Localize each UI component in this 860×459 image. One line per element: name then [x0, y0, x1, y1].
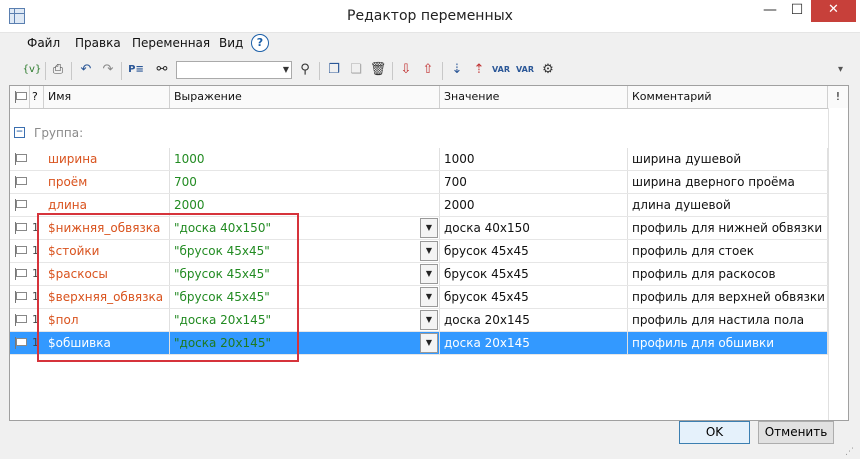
expression-dropdown-icon[interactable]: ▼ [420, 310, 438, 330]
cell-comment[interactable]: профиль для настила пола [628, 309, 828, 331]
toolbar-separator [392, 62, 393, 80]
header-name[interactable]: Имя [44, 86, 170, 108]
properties-icon[interactable]: P≡ [126, 60, 146, 80]
print-icon[interactable]: ⎙ [48, 60, 68, 80]
header-comment[interactable]: Комментарий [628, 86, 828, 108]
flag-icon[interactable] [14, 245, 27, 257]
export-icon[interactable]: ⇧ [418, 60, 438, 80]
import-icon[interactable]: ⇩ [396, 60, 416, 80]
toolbar-separator [45, 62, 46, 80]
header-flag-cell[interactable] [10, 86, 30, 108]
menu-bar: Файл Правка Переменная Вид ? [0, 32, 860, 56]
toolbar-overflow-icon[interactable]: ▾ [838, 64, 843, 75]
expression-dropdown-icon[interactable]: ▼ [420, 241, 438, 261]
table-row[interactable]: проём 700 700 ширина дверного проёма [10, 171, 848, 194]
cell-value: 2000 [440, 194, 628, 216]
delete-icon[interactable]: 🗑 [368, 60, 388, 80]
insert-var-icon[interactable]: VAR [491, 60, 511, 80]
collapse-icon[interactable]: − [14, 127, 25, 138]
search-dropdown-icon[interactable]: ▼ [280, 62, 292, 78]
menu-edit[interactable]: Правка [75, 36, 121, 50]
cell-comment[interactable]: профиль для нижней обвязки [628, 217, 828, 239]
resize-grip-icon[interactable]: ⋰ [845, 447, 855, 457]
undo-icon[interactable]: ↶ [76, 60, 96, 80]
expression-dropdown-icon[interactable]: ▼ [420, 333, 438, 353]
toolbar-separator [71, 62, 72, 80]
flag-icon[interactable] [14, 337, 27, 349]
warning-icon: ! [835, 90, 841, 103]
expression-dropdown-icon[interactable]: ▼ [420, 264, 438, 284]
flag-icon[interactable] [14, 268, 27, 280]
group-row: − Группа: [10, 122, 848, 146]
expression-dropdown-icon[interactable]: ▼ [420, 218, 438, 238]
cell-comment[interactable]: профиль для стоек [628, 240, 828, 262]
window-title: Редактор переменных [347, 8, 513, 24]
table-row[interactable]: ширина 1000 1000 ширина душевой [10, 148, 848, 171]
cell-value: доска 20х145 [440, 332, 628, 354]
toolbar-separator [319, 62, 320, 80]
header-check[interactable]: ? [30, 86, 44, 108]
flag-icon[interactable] [14, 199, 27, 211]
cell-expression[interactable]: 1000 [170, 148, 440, 170]
cell-value: доска 20х145 [440, 309, 628, 331]
header-expression[interactable]: Выражение [170, 86, 440, 108]
settings-icon[interactable]: ⚙ [538, 60, 558, 80]
cell-expression[interactable]: 700 [170, 171, 440, 193]
redo-icon[interactable]: ↷ [98, 60, 118, 80]
flag-icon[interactable] [14, 176, 27, 188]
flag-icon [14, 91, 27, 103]
flag-icon[interactable] [14, 222, 27, 234]
search-go-icon[interactable]: ⚲ [295, 60, 315, 80]
cell-value: 1000 [440, 148, 628, 170]
close-button[interactable]: ✕ [811, 0, 856, 22]
grid-empty-column [828, 108, 848, 420]
cell-value: брусок 45х45 [440, 240, 628, 262]
toolbar: {v} ⎙ ↶ ↷ P≡ ⚯ ⚲ ❐ ❏ 🗑 ⇩ ⇧ ⇣ ⇡ VAR VAR ⚙ [8, 58, 848, 84]
cell-comment[interactable]: ширина душевой [628, 148, 828, 170]
cell-comment[interactable]: профиль для верхней обвязки [628, 286, 828, 308]
cell-comment[interactable]: ширина дверного проёма [628, 171, 828, 193]
flag-icon[interactable] [14, 291, 27, 303]
cell-comment[interactable]: профиль для раскосов [628, 263, 828, 285]
toolbar-separator [442, 62, 443, 80]
cell-value: брусок 45х45 [440, 286, 628, 308]
add-variable-icon[interactable]: {v} [22, 60, 42, 80]
copy-icon[interactable]: ❐ [324, 60, 344, 80]
cell-value: брусок 45х45 [440, 263, 628, 285]
paste-icon[interactable]: ❏ [346, 60, 366, 80]
flag-icon[interactable] [14, 314, 27, 326]
title-bar: Редактор переменных — ☐ ✕ [0, 0, 860, 33]
cell-value: 700 [440, 171, 628, 193]
cell-comment[interactable]: длина душевой [628, 194, 828, 216]
menu-file[interactable]: Файл [27, 36, 60, 50]
insert-var-alt-icon[interactable]: VAR [515, 60, 535, 80]
ok-button[interactable]: OK [679, 421, 750, 444]
cell-value: доска 40х150 [440, 217, 628, 239]
expression-dropdown-icon[interactable]: ▼ [420, 287, 438, 307]
group-label: Группа: [34, 126, 84, 140]
menu-view[interactable]: Вид [219, 36, 243, 50]
highlight-box [37, 213, 299, 362]
find-icon[interactable]: ⚯ [152, 60, 172, 80]
cell-name[interactable]: ширина [44, 148, 170, 170]
search-input[interactable] [176, 61, 292, 79]
maximize-button[interactable]: ☐ [783, 0, 811, 22]
cell-comment[interactable]: профиль для обшивки [628, 332, 828, 354]
cancel-button[interactable]: Отменить [758, 421, 834, 444]
minimize-button[interactable]: — [757, 0, 783, 22]
help-icon[interactable]: ? [251, 34, 269, 52]
menu-variable[interactable]: Переменная [132, 36, 210, 50]
header-value[interactable]: Значение [440, 86, 628, 108]
cell-name[interactable]: проём [44, 171, 170, 193]
sort-desc-icon[interactable]: ⇡ [469, 60, 489, 80]
flag-icon[interactable] [14, 153, 27, 165]
sort-icon[interactable]: ⇣ [447, 60, 467, 80]
toolbar-separator [121, 62, 122, 80]
table-header: ? Имя Выражение Значение Комментарий ! [10, 86, 848, 109]
